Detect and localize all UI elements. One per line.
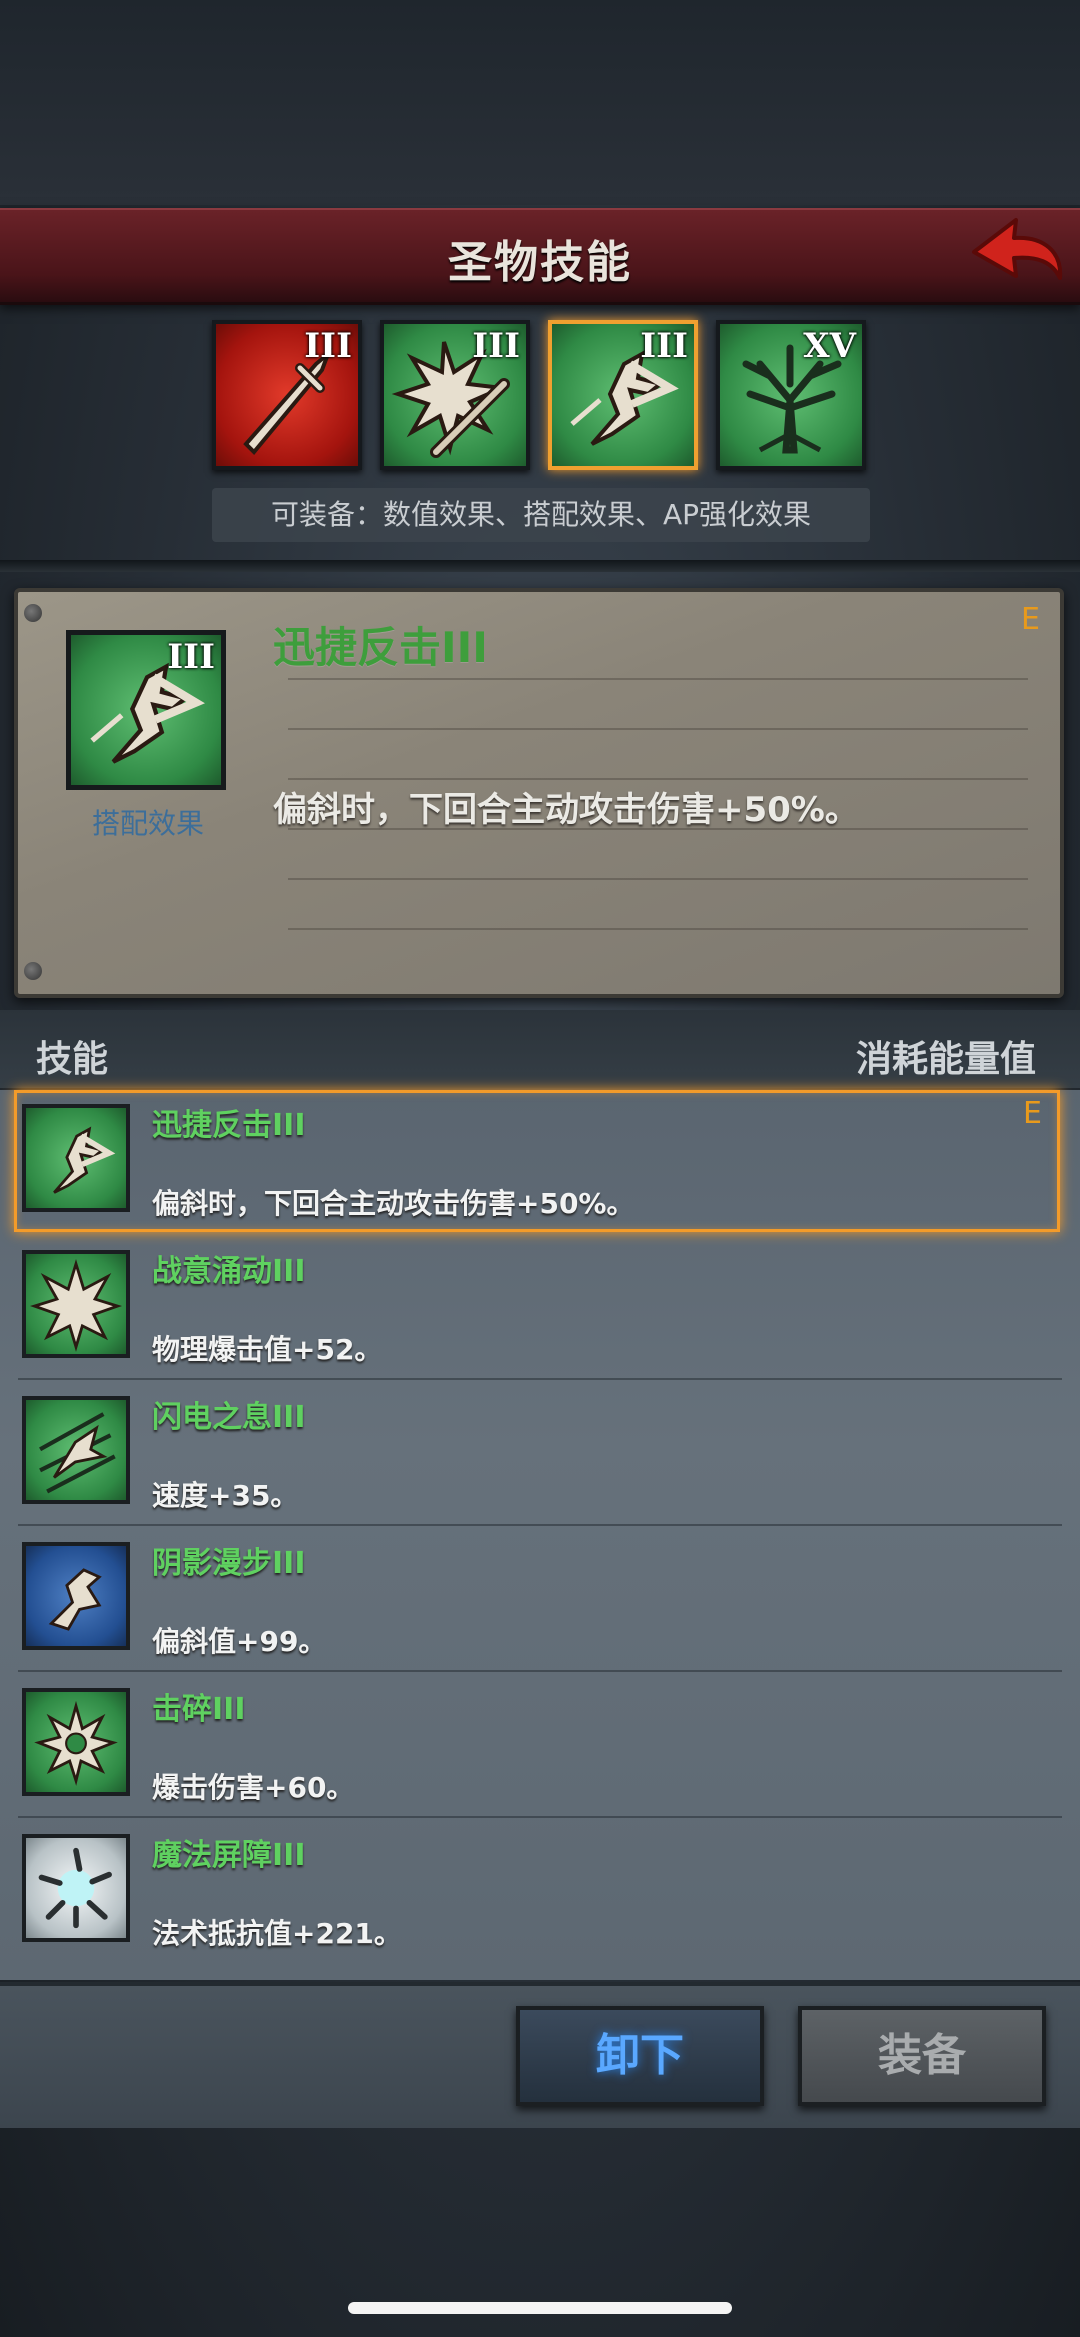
skill-effect: 速度+35。 <box>152 1479 299 1512</box>
back-button[interactable] <box>964 212 1068 296</box>
back-arrow-icon <box>972 218 1063 280</box>
tab-relic-1[interactable]: III <box>212 320 362 470</box>
list-item[interactable]: 迅捷反击III 偏斜时，下回合主动攻击伤害+50%。 E <box>0 1090 1080 1234</box>
skill-effect: 偏斜时，下回合主动攻击伤害+50%。 <box>152 1187 635 1220</box>
home-indicator[interactable] <box>348 2302 732 2314</box>
detail-numeral: III <box>167 637 215 677</box>
skill-icon <box>22 1250 130 1358</box>
shadow-step-icon <box>48 1568 102 1631</box>
top-backdrop <box>0 0 1080 205</box>
tab-numeral: III <box>472 326 520 366</box>
skill-icon <box>22 1542 130 1650</box>
parchment-rule <box>288 728 1028 730</box>
skill-name: 迅捷反击III <box>152 1108 306 1143</box>
rivet <box>24 962 42 980</box>
list-item[interactable]: 阴影漫步III 偏斜值+99。 <box>0 1528 1080 1672</box>
page-title: 圣物技能 <box>448 237 632 288</box>
skill-grade: E <box>1023 1096 1042 1131</box>
skill-detail-card: III 搭配效果 迅捷反击III E 偏斜时，下回合主动攻击伤害+50%。 <box>14 588 1064 998</box>
detail-skill-icon: III <box>66 630 226 790</box>
equip-hint: 可装备：数值效果、搭配效果、AP强化效果 <box>212 488 870 542</box>
tab-numeral: III <box>304 326 352 366</box>
skill-icon <box>22 1104 130 1212</box>
list-header-cost: 消耗能量值 <box>855 1039 1036 1080</box>
list-header-skill: 技能 <box>36 1039 109 1080</box>
row-separator <box>18 1670 1062 1672</box>
tab-numeral: III <box>640 326 688 366</box>
action-bar: 卸下 装备 <box>0 1982 1080 2128</box>
list-item[interactable]: 战意涌动III 物理爆击值+52。 <box>0 1236 1080 1380</box>
shatter-icon <box>34 1700 118 1786</box>
skill-list[interactable]: 迅捷反击III 偏斜时，下回合主动攻击伤害+50%。 E 战意涌动III 物理爆… <box>0 1090 1080 1980</box>
list-item[interactable]: 闪电之息III 速度+35。 <box>0 1382 1080 1526</box>
parchment-rule <box>288 678 1028 680</box>
tab-relic-4[interactable]: XV <box>716 320 866 470</box>
parchment-rule <box>288 778 1028 780</box>
skill-effect: 爆击伤害+60。 <box>152 1771 355 1804</box>
detail-grade: E <box>1021 602 1040 637</box>
skill-name: 闪电之息III <box>152 1400 306 1435</box>
equip-button[interactable]: 装备 <box>798 2006 1046 2106</box>
lightning-dash-icon <box>39 1412 116 1494</box>
tab-relic-2[interactable]: III <box>380 320 530 470</box>
list-header: 技能 消耗能量值 <box>0 1010 1080 1088</box>
divider <box>0 560 1080 572</box>
unequip-button[interactable]: 卸下 <box>516 2006 764 2106</box>
starburst-icon <box>29 1259 123 1352</box>
relic-tabs: III III III XV <box>212 320 866 470</box>
skill-name: 阴影漫步III <box>152 1546 306 1581</box>
skill-name: 击碎III <box>152 1692 246 1727</box>
skill-effect: 物理爆击值+52。 <box>152 1333 383 1366</box>
row-separator <box>18 1524 1062 1526</box>
skill-name: 魔法屏障III <box>152 1838 306 1873</box>
dash-strike-icon <box>53 1126 116 1194</box>
row-separator <box>18 1816 1062 1818</box>
magic-barrier-icon <box>38 1847 112 1929</box>
list-item[interactable]: 魔法屏障III 法术抵抗值+221。 <box>0 1820 1080 1964</box>
tab-relic-3[interactable]: III <box>548 320 698 470</box>
tab-numeral: XV <box>803 326 856 366</box>
detail-title: 迅捷反击III <box>273 623 488 672</box>
parchment-rule <box>288 878 1028 880</box>
parchment-rule <box>288 928 1028 930</box>
rivet <box>24 604 42 622</box>
skill-effect: 法术抵抗值+221。 <box>152 1917 402 1950</box>
detail-description: 偏斜时，下回合主动攻击伤害+50%。 <box>273 790 859 830</box>
skill-effect: 偏斜值+99。 <box>152 1625 327 1658</box>
skill-icon <box>22 1834 130 1942</box>
skill-icon <box>22 1396 130 1504</box>
skill-name: 战意涌动III <box>152 1254 306 1289</box>
header-banner: 圣物技能 <box>0 208 1080 305</box>
list-item[interactable]: 击碎III 爆击伤害+60。 <box>0 1674 1080 1818</box>
detail-category: 搭配效果 <box>91 807 204 840</box>
row-separator <box>18 1378 1062 1380</box>
skill-icon <box>22 1688 130 1796</box>
